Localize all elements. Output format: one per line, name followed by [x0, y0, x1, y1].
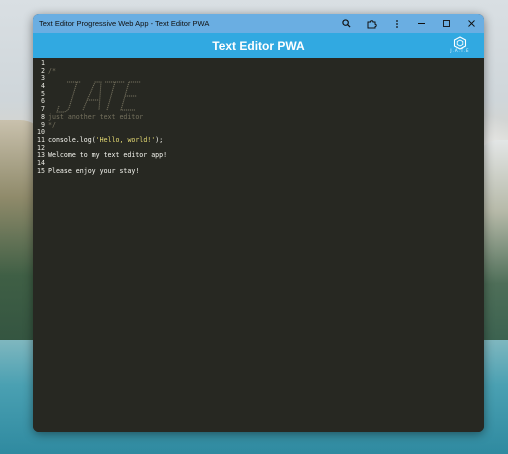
tagline-comment: just another text editor: [48, 112, 144, 121]
log-method: log: [79, 135, 92, 144]
search-icon[interactable]: [334, 14, 359, 33]
logo-caption: J.A.T.E: [450, 48, 470, 53]
line-number: 15: [37, 166, 45, 175]
enjoy-text: Please enjoy your stay!: [48, 166, 140, 175]
editor-line: 1: [33, 59, 484, 68]
editor-line: 9 */: [33, 120, 484, 130]
welcome-text: Welcome to my text editor app!: [48, 151, 168, 160]
close-icon[interactable]: [459, 14, 484, 33]
more-icon[interactable]: [384, 14, 409, 33]
extension-icon[interactable]: [359, 14, 384, 33]
editor-line: 2/*: [33, 66, 484, 76]
editor-line: 11 console. log('Hello, world!');: [33, 135, 484, 145]
app-header: Text Editor PWA J.A.T.E: [33, 33, 484, 58]
window-title: Text Editor Progressive Web App - Text E…: [39, 19, 210, 28]
string-literal: 'Hello, world!': [95, 135, 156, 144]
app-title: Text Editor PWA: [212, 38, 305, 53]
maximize-icon[interactable]: [434, 14, 459, 33]
console-object: console: [48, 135, 76, 144]
paren-close: );: [155, 135, 164, 144]
jate-ascii-logo: [56, 81, 141, 113]
comment-open: /*: [48, 66, 56, 75]
editor-line: 8 just another text editor: [33, 112, 484, 122]
app-window: Text Editor Progressive Web App - Text E…: [33, 14, 484, 432]
code-editor[interactable]: 1 2/* 3 4 5 6 7 8 just another text edito…: [33, 58, 484, 432]
minimize-icon[interactable]: [409, 14, 434, 33]
editor-line: 13 Welcome to my text editor app!: [33, 152, 484, 160]
app-logo: J.A.T.E: [450, 36, 470, 56]
window-titlebar[interactable]: Text Editor Progressive Web App - Text E…: [33, 14, 484, 33]
editor-line: 15 Please enjoy your stay!: [33, 166, 484, 176]
comment-close: */: [48, 120, 56, 129]
